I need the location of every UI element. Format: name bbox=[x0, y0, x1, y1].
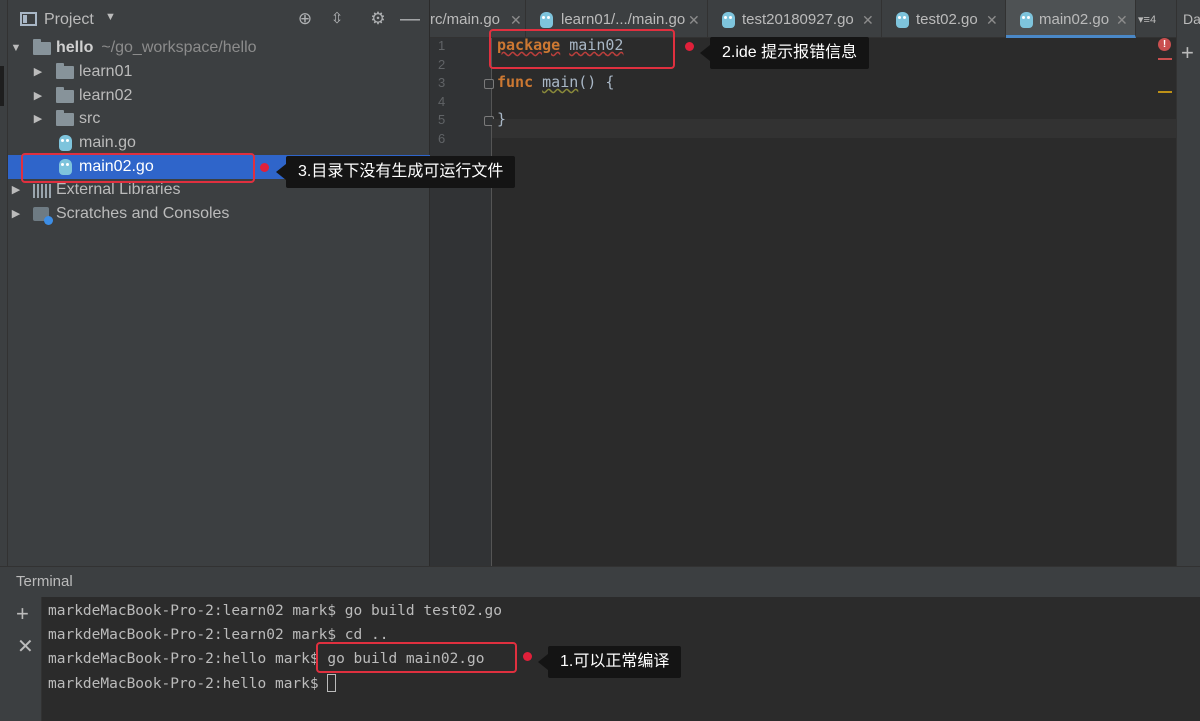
terminal-title[interactable]: Terminal bbox=[16, 573, 73, 590]
project-panel: Project ▼ ⊕ ⇳ ⚙ — ▼ hello ~/go_workspace/… bbox=[8, 0, 430, 566]
error-indicator-icon[interactable]: ! bbox=[1158, 38, 1171, 51]
code-editor[interactable]: 1 2 3 4 5 6 package main02 func main() {… bbox=[430, 36, 1176, 566]
tree-item-src[interactable]: ▶ src bbox=[8, 107, 430, 131]
close-icon[interactable]: ✕ bbox=[862, 0, 874, 40]
folder-icon bbox=[33, 39, 51, 55]
line-number: 3 bbox=[438, 75, 446, 90]
close-icon[interactable]: ✕ bbox=[1116, 0, 1128, 40]
root-folder-path: ~/go_workspace/hello bbox=[101, 39, 257, 56]
fold-marker-icon[interactable] bbox=[484, 79, 494, 89]
tree-item-scratches[interactable]: ▶ Scratches and Consoles bbox=[8, 202, 430, 226]
add-icon[interactable]: + bbox=[1181, 40, 1194, 66]
tab-label: test02.go bbox=[916, 11, 978, 28]
go-file-icon bbox=[540, 12, 553, 28]
tree-item-learn01[interactable]: ▶ learn01 bbox=[8, 60, 430, 84]
collapsed-arrow-icon[interactable]: ▶ bbox=[32, 84, 44, 108]
go-file-icon bbox=[722, 12, 735, 28]
close-session-icon[interactable]: ✕ bbox=[17, 634, 34, 659]
annotation-box-compile-ok bbox=[316, 642, 517, 673]
tab-test02-go[interactable]: test02.go ✕ bbox=[882, 0, 1006, 38]
tab-main02-go[interactable]: main02.go ✕ bbox=[1006, 0, 1136, 38]
project-panel-icon bbox=[20, 12, 37, 26]
terminal-prompt: markdeMacBook-Pro-2:hello mark$ bbox=[48, 676, 328, 692]
terminal-header: Terminal bbox=[0, 567, 1200, 597]
function-signature: () { bbox=[578, 73, 615, 91]
annotation-callout-no-executable: 3.目录下没有生成可运行文件 bbox=[275, 156, 516, 188]
current-line-highlight bbox=[492, 119, 1176, 138]
annotation-dot bbox=[523, 652, 532, 661]
line-number: 6 bbox=[438, 131, 446, 146]
collapsed-arrow-icon[interactable]: ▶ bbox=[32, 60, 44, 84]
go-file-icon bbox=[59, 135, 72, 151]
tab-test20180927-go[interactable]: test20180927.go ✕ bbox=[708, 0, 882, 38]
tree-item-label: learn02 bbox=[79, 87, 133, 104]
terminal-toolbar: + ✕ bbox=[0, 597, 42, 721]
hidden-tabs-count: 4 bbox=[1149, 14, 1157, 26]
annotation-dot bbox=[685, 42, 694, 51]
go-file-icon bbox=[896, 12, 909, 28]
database-tool-label[interactable]: Da bbox=[1183, 11, 1200, 27]
function-name: main bbox=[542, 73, 579, 91]
close-icon[interactable]: ✕ bbox=[688, 0, 700, 40]
root-folder-name: hello bbox=[56, 39, 94, 56]
terminal-prompt-line[interactable]: markdeMacBook-Pro-2:hello mark$ bbox=[48, 674, 337, 692]
collapse-all-icon[interactable]: ⇳ bbox=[326, 8, 348, 30]
tree-item-label: main.go bbox=[79, 134, 136, 151]
code-line-3[interactable]: func main() { bbox=[497, 73, 614, 92]
tab-label: main02.go bbox=[1039, 11, 1110, 28]
gear-icon[interactable]: ⚙ bbox=[367, 8, 389, 30]
annotation-box-no-executable bbox=[21, 153, 255, 183]
library-icon bbox=[33, 184, 51, 198]
close-icon[interactable]: ✕ bbox=[986, 0, 998, 40]
folder-icon bbox=[56, 87, 74, 103]
project-panel-header: Project ▼ ⊕ ⇳ ⚙ — bbox=[8, 0, 430, 38]
annotation-box-ide-error bbox=[489, 29, 675, 69]
collapsed-arrow-icon[interactable]: ▶ bbox=[10, 202, 22, 226]
collapsed-arrow-icon[interactable]: ▶ bbox=[32, 107, 44, 131]
annotation-callout-ide-error: 2.ide 提示报错信息 bbox=[699, 37, 870, 69]
terminal-line[interactable]: markdeMacBook-Pro-2:learn02 mark$ go bui… bbox=[48, 603, 502, 619]
terminal-panel: Terminal + ✕ markdeMacBook-Pro-2:learn02… bbox=[0, 566, 1200, 721]
editor-gutter: 1 2 3 4 5 6 bbox=[430, 38, 494, 566]
terminal-line[interactable]: markdeMacBook-Pro-2:learn02 mark$ cd .. bbox=[48, 627, 388, 643]
tool-strip-marker bbox=[0, 66, 4, 106]
code-line-5[interactable]: } bbox=[497, 110, 506, 129]
line-number: 5 bbox=[438, 112, 446, 127]
left-tool-strip bbox=[0, 0, 8, 566]
new-session-icon[interactable]: + bbox=[16, 601, 29, 627]
scratches-icon bbox=[33, 207, 53, 225]
keyword-func: func bbox=[497, 73, 534, 91]
tab-label: test20180927.go bbox=[742, 11, 854, 28]
right-tool-strip: Da + bbox=[1176, 0, 1200, 566]
line-number: 2 bbox=[438, 57, 446, 72]
line-number: 1 bbox=[438, 38, 446, 53]
project-panel-title[interactable]: Project bbox=[44, 11, 94, 29]
error-stripe-mark[interactable] bbox=[1158, 58, 1172, 60]
go-file-icon bbox=[1020, 12, 1033, 28]
tab-overflow-button[interactable]: ▾≡4 bbox=[1138, 0, 1174, 38]
tree-item-label: learn01 bbox=[79, 63, 133, 80]
terminal-cursor bbox=[327, 674, 337, 692]
tree-item-label: Scratches and Consoles bbox=[56, 205, 230, 222]
tree-item-learn02[interactable]: ▶ learn02 bbox=[8, 84, 430, 108]
annotation-dot bbox=[260, 163, 269, 172]
tree-item-label: src bbox=[79, 110, 101, 127]
locate-file-icon[interactable]: ⊕ bbox=[294, 8, 316, 30]
hide-panel-icon[interactable]: — bbox=[399, 8, 421, 30]
folder-icon bbox=[56, 63, 74, 79]
warning-stripe-mark[interactable] bbox=[1158, 91, 1172, 93]
tree-root-hello[interactable]: ▼ hello ~/go_workspace/hello bbox=[8, 36, 430, 60]
collapsed-arrow-icon[interactable]: ▶ bbox=[10, 178, 22, 202]
tree-item-main-go[interactable]: main.go bbox=[8, 131, 430, 155]
project-view-dropdown-icon[interactable]: ▼ bbox=[105, 11, 116, 23]
expand-arrow-icon[interactable]: ▼ bbox=[10, 36, 22, 60]
folder-icon bbox=[56, 110, 74, 126]
annotation-callout-compile-ok: 1.可以正常编译 bbox=[537, 646, 682, 678]
line-number: 4 bbox=[438, 94, 446, 109]
